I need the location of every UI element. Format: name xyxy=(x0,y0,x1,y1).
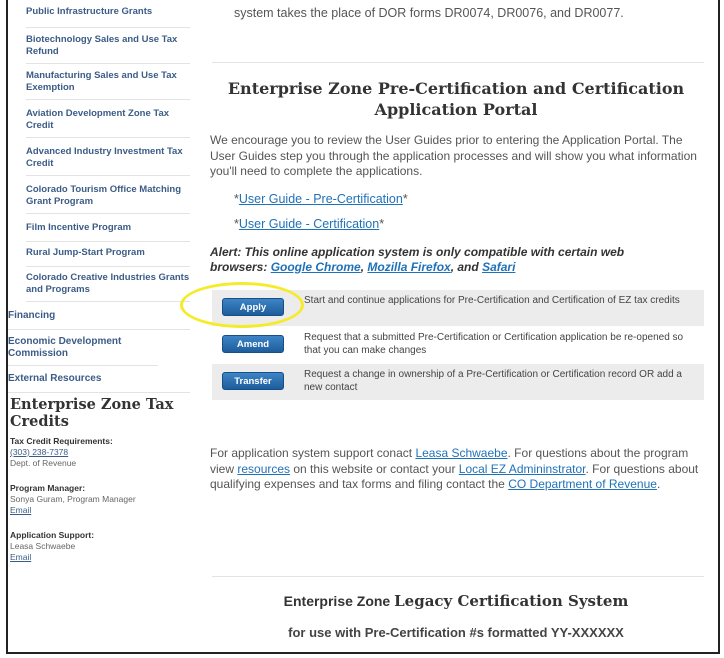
legacy-title-main: Legacy Certification System xyxy=(394,592,629,610)
contact-dept: Dept. of Revenue xyxy=(10,458,77,468)
resources-link[interactable]: resources xyxy=(237,462,290,476)
co-department-of-revenue-link[interactable]: CO Department of Revenue xyxy=(508,477,657,491)
contact-name: Sonya Guram, Program Manager xyxy=(10,494,136,504)
sidebar-item-manufacturing[interactable]: Manufacturing Sales and Use Tax Exemptio… xyxy=(26,70,190,100)
legacy-title-prefix: Enterprise Zone xyxy=(283,593,395,609)
action-description: Start and continue applications for Pre-… xyxy=(304,295,680,306)
safari-link[interactable]: Safari xyxy=(482,260,515,274)
main-content: system takes the place of DOR forms DR00… xyxy=(206,0,706,652)
highlight-circle xyxy=(180,282,304,328)
support-text: For application system support conact xyxy=(210,446,416,460)
divider xyxy=(212,576,704,577)
sidebar: Public Infrastructure Grants Biotechnolo… xyxy=(8,0,194,652)
intro-fragment: system takes the place of DOR forms DR00… xyxy=(234,6,624,20)
contact-tax-credit: Tax Credit Requirements: (303) 238-7378 … xyxy=(10,436,186,469)
sidebar-section-title: Enterprise Zone Tax Credits xyxy=(10,396,174,430)
sidebar-item-rural-jump-start[interactable]: Rural Jump-Start Program xyxy=(26,247,190,267)
amend-button[interactable]: Amend xyxy=(222,335,284,353)
legacy-section-title: Enterprise Zone Legacy Certification Sys… xyxy=(206,592,706,610)
action-description: Request that a submitted Pre-Certificati… xyxy=(304,332,684,356)
contact-application-support: Application Support: Leasa Schwaebe Emai… xyxy=(10,530,186,563)
sidebar-item-advanced-industry[interactable]: Advanced Industry Investment Tax Credit xyxy=(26,146,190,176)
action-description: Request a change in ownership of a Pre-C… xyxy=(304,369,682,393)
legacy-subtitle: for use with Pre-Certification #s format… xyxy=(288,625,624,640)
contact-heading: Application Support: xyxy=(10,530,95,540)
guide-line-cert: *User Guide - Certification* xyxy=(234,217,384,231)
browser-content: Public Infrastructure Grants Biotechnolo… xyxy=(6,0,720,654)
contact-name: Leasa Schwaebe xyxy=(10,541,76,551)
user-guide-precert-link[interactable]: User Guide - Pre-Certification xyxy=(239,192,403,206)
asterisk: * xyxy=(402,192,408,206)
user-guide-cert-link[interactable]: User Guide - Certification xyxy=(239,217,379,231)
guide-line-precert: *User Guide - Pre-Certification* xyxy=(234,192,408,206)
contact-program-manager: Program Manager: Sonya Guram, Program Ma… xyxy=(10,483,186,516)
chrome-link[interactable]: Google Chrome xyxy=(271,260,361,274)
email-link[interactable]: Email xyxy=(10,552,186,563)
support-paragraph: For application system support conact Le… xyxy=(210,446,704,493)
support-text: . xyxy=(656,477,661,491)
asterisk: * xyxy=(379,217,385,231)
email-link[interactable]: Email xyxy=(10,505,186,516)
contact-heading: Program Manager: xyxy=(10,483,86,493)
sidebar-item-aviation[interactable]: Aviation Development Zone Tax Credit xyxy=(26,108,190,138)
sidebar-item-tourism-office[interactable]: Colorado Tourism Office Matching Grant P… xyxy=(26,184,190,214)
sidebar-item-biotechnology[interactable]: Biotechnology Sales and Use Tax Refund xyxy=(26,34,190,64)
firefox-link[interactable]: Mozilla Firefox xyxy=(367,260,450,274)
transfer-button[interactable]: Transfer xyxy=(222,372,284,390)
local-ez-administrator-link[interactable]: Local EZ Admininstrator xyxy=(459,462,586,476)
action-row-amend: Amend Request that a submitted Pre-Certi… xyxy=(212,327,704,364)
contact-heading: Tax Credit Requirements: xyxy=(10,436,113,446)
divider xyxy=(212,62,704,63)
phone-link[interactable]: (303) 238-7378 xyxy=(10,447,186,458)
page-title: Enterprise Zone Pre-Certification and Ce… xyxy=(227,79,685,119)
separator: , and xyxy=(450,259,483,274)
action-row-transfer: Transfer Request a change in ownership o… xyxy=(212,364,704,401)
sidebar-item-creative-industries[interactable]: Colorado Creative Industries Grants and … xyxy=(26,272,190,302)
leasa-schwaebe-link[interactable]: Leasa Schwaebe xyxy=(415,446,507,460)
sidebar-item-financing[interactable]: Financing xyxy=(8,310,190,330)
support-text: on this website or contact your xyxy=(290,461,459,476)
sidebar-item-film-incentive[interactable]: Film Incentive Program xyxy=(26,222,190,242)
sidebar-item-economic-development-commission[interactable]: Economic Development Commission xyxy=(8,336,158,366)
intro-paragraph: We encourage you to review the User Guid… xyxy=(210,133,697,178)
sidebar-item-public-infrastructure[interactable]: Public Infrastructure Grants xyxy=(26,6,190,28)
sidebar-item-external-resources[interactable]: External Resources xyxy=(8,373,190,393)
browser-alert: Alert: This online application system is… xyxy=(210,245,660,274)
